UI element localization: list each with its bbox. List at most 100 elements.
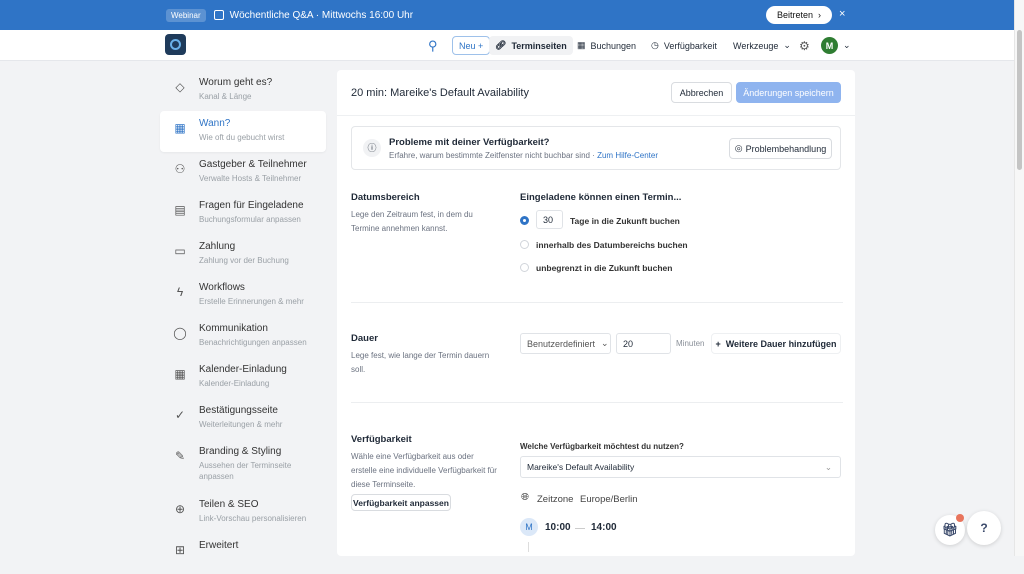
alert-title: Probleme mit deiner Verfügbarkeit?	[389, 137, 550, 148]
nav-event-pages[interactable]: 🔗︎ Terminseiten	[489, 36, 573, 55]
sidebar-item-subtitle: Wie oft du gebucht wirst	[199, 133, 285, 142]
calendar-icon	[213, 10, 224, 20]
globe-icon: 🌐︎	[521, 492, 529, 503]
account-menu[interactable]: M ⌄	[821, 36, 851, 55]
help-center-link[interactable]: Zum Hilfe-Center	[597, 151, 658, 160]
availability-select[interactable]: Mareike's Default Availability ⌄	[520, 456, 841, 478]
duration-unit: Minuten	[676, 339, 705, 348]
add-duration-button[interactable]: + Weitere Dauer hinzufügen	[711, 333, 841, 354]
calendar-icon: ▦	[577, 40, 586, 50]
availability-desc: Wähle eine Verfügbarkeit aus oder erstel…	[351, 452, 497, 489]
duration-desc: Lege fest, wie lange der Termin dauern s…	[351, 351, 490, 374]
chevron-down-icon: ⌄	[783, 40, 791, 50]
sidebar-item[interactable]: ⊞ Erweitert	[160, 533, 326, 574]
sidebar-item-title: Zahlung	[199, 241, 236, 252]
join-button[interactable]: Beitreten ›	[766, 6, 832, 24]
avatar: M	[821, 37, 838, 54]
save-button[interactable]: Änderungen speichern	[736, 82, 841, 103]
chevron-right-icon: ›	[818, 10, 822, 20]
end-time: 14:00	[591, 522, 617, 533]
sidebar-item-subtitle: Kanal & Länge	[199, 92, 252, 101]
webinar-badge: Webinar	[166, 8, 206, 22]
logo[interactable]	[165, 34, 186, 55]
scrollbar[interactable]	[1014, 0, 1024, 556]
sidebar-item[interactable]: ⊕ Teilen & SEO Link-Vorschau personalisier…	[160, 492, 326, 533]
close-icon[interactable]: ×	[839, 8, 845, 20]
chevron-down-icon: ⌄	[843, 40, 851, 50]
duration-title: Dauer	[351, 333, 378, 344]
sidebar-icon: ▦	[174, 367, 186, 381]
nav-bookings[interactable]: ▦ Buchungen	[577, 36, 636, 55]
clock-icon: ◷	[651, 40, 659, 50]
days-input[interactable]: 30	[536, 210, 563, 229]
sidebar-item-title: Gastgeber & Teilnehmer	[199, 159, 307, 170]
add-duration-label: Weitere Dauer hinzufügen	[725, 338, 837, 349]
sidebar-item[interactable]: ▦ Kalender-Einladung Kalender-Einladung	[160, 357, 326, 398]
sidebar-item[interactable]: ◯ Kommunikation Benachrichtigungen anpasse…	[160, 316, 326, 357]
sidebar-item[interactable]: ✓ Bestätigungsseite Weiterleitungen & mehr	[160, 398, 326, 439]
option-days-future: Tage in die Zukunft buchen	[570, 216, 680, 226]
sidebar-item[interactable]: ▤ Fragen für Eingeladene Buchungsformular …	[160, 193, 326, 234]
sidebar-item[interactable]: ϟ Workflows Erstelle Erinnerungen & mehr	[160, 275, 326, 316]
availability-alert: ⓘ Probleme mit deiner Verfügbarkeit? Erf…	[351, 126, 841, 170]
sidebar-item[interactable]: ◇ Worum geht es? Kanal & Länge	[160, 70, 326, 111]
sidebar-icon: ◯	[173, 326, 187, 340]
sidebar-item-subtitle: Verwalte Hosts & Teilnehmer	[199, 174, 302, 183]
add-person-icon[interactable]: ⚲	[428, 36, 438, 55]
banner-title: Wöchentliche Q&A · Mittwochs 16:00 Uhr	[229, 9, 414, 21]
duration-input[interactable]: 20	[616, 333, 671, 354]
sidebar-item-subtitle: Zahlung vor der Buchung	[199, 256, 289, 265]
sidebar-item[interactable]: ⚇ Gastgeber & Teilnehmer Verwalte Hosts & …	[160, 152, 326, 193]
availability-title: Verfügbarkeit	[351, 434, 412, 445]
sidebar-item-subtitle: Weiterleitungen & mehr	[199, 420, 283, 429]
day-badge: M	[520, 518, 538, 536]
webinar-banner: Webinar Wöchentliche Q&A · Mittwochs 16:…	[0, 0, 1014, 30]
nav-label: Buchungen	[590, 40, 637, 51]
sidebar-item-title: Teilen & SEO	[199, 499, 259, 510]
radio-unlimited[interactable]	[520, 263, 529, 272]
sidebar-icon: ⊕	[174, 502, 186, 516]
nav-label: Verfügbarkeit	[663, 40, 717, 51]
chevron-down-icon: ⌄	[601, 338, 609, 348]
scrollbar-thumb[interactable]	[1017, 30, 1022, 170]
sidebar-item-subtitle: Link-Vorschau personalisieren	[199, 514, 307, 523]
sidebar-icon: ϟ	[176, 285, 184, 299]
sidebar-icon: ▦	[174, 121, 186, 135]
chevron-down-icon: ⌄	[824, 461, 832, 472]
radio-days-future[interactable]	[520, 216, 529, 225]
gift-icon: 🎁︎	[941, 522, 959, 537]
sidebar-item-title: Bestätigungsseite	[199, 405, 278, 416]
join-label: Beitreten	[776, 10, 814, 20]
help-button[interactable]: ?	[967, 511, 1001, 545]
page-title: 20 min: Mareike's Default Availability	[351, 87, 529, 99]
sidebar: ◇ Worum geht es? Kanal & Länge ▦ Wann? Wie of…	[160, 70, 326, 574]
customize-availability-button[interactable]: Verfügbarkeit anpassen	[351, 494, 451, 511]
sidebar-item-subtitle: Buchungsformular anpassen	[199, 215, 301, 224]
duration-type-select[interactable]: Benutzerdefiniert ⌄	[520, 333, 611, 354]
sidebar-item[interactable]: ▦ Wann? Wie oft du gebucht wirst	[160, 111, 326, 152]
cancel-button[interactable]: Abbrechen	[671, 82, 732, 103]
sidebar-item-subtitle: Aussehen der Terminseite anpassen	[199, 461, 292, 481]
sidebar-item-title: Erweitert	[199, 540, 239, 551]
top-nav: ⚲ Neu + 🔗︎ Terminseiten ▦ Buchungen ◷ Verfü…	[0, 30, 1014, 61]
nav-availability[interactable]: ◷ Verfügbarkeit	[651, 36, 717, 55]
panel-header: 20 min: Mareike's Default Availability A…	[337, 70, 855, 116]
troubleshoot-button[interactable]: ◎ Problembehandlung	[729, 138, 832, 159]
sidebar-item-title: Kommunikation	[199, 323, 268, 334]
availability-question: Welche Verfügbarkeit möchtest du nutzen?	[520, 442, 684, 451]
sidebar-item[interactable]: ✎ Branding & Styling Aussehen der Terminse…	[160, 439, 326, 492]
nav-tools[interactable]: Werkzeuge ⌄	[733, 36, 791, 55]
radio-date-range[interactable]	[520, 240, 529, 249]
sidebar-item-subtitle: Erstelle Erinnerungen & mehr	[199, 297, 304, 306]
date-range-label: Eingeladene können einen Termin...	[520, 192, 682, 203]
gear-icon[interactable]: ⚙	[799, 36, 810, 55]
sidebar-item-title: Branding & Styling	[199, 446, 282, 457]
sidebar-item[interactable]: ▭ Zahlung Zahlung vor der Buchung	[160, 234, 326, 275]
new-button[interactable]: Neu +	[452, 36, 491, 55]
sidebar-item-title: Kalender-Einladung	[199, 364, 287, 375]
timeline-connector	[528, 542, 529, 552]
troubleshoot-label: Problembehandlung	[745, 143, 827, 154]
sidebar-icon: ✓	[174, 408, 186, 422]
divider	[351, 402, 843, 403]
date-range-title: Datumsbereich	[351, 192, 420, 203]
